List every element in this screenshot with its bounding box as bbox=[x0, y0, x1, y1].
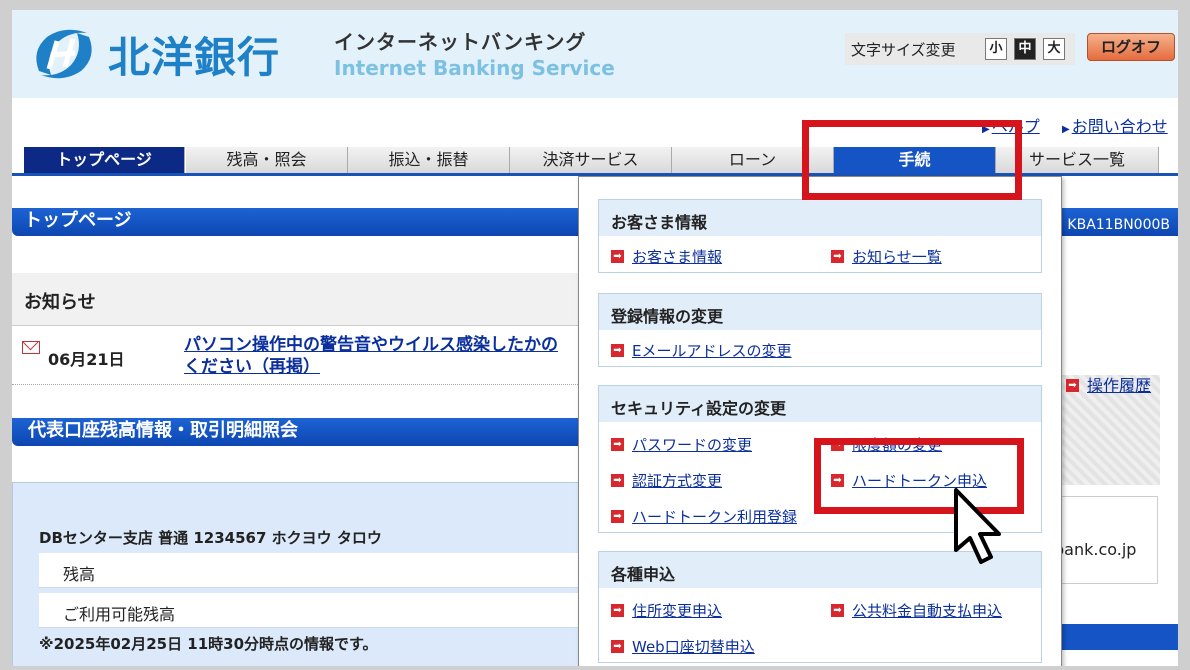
right-blue-bar bbox=[1052, 624, 1178, 650]
balance-label: 残高 bbox=[63, 565, 96, 584]
arrow-right-icon: ➡ bbox=[611, 474, 624, 487]
menu-item-auth-method-change[interactable]: ➡ 認証方式変更 bbox=[611, 470, 722, 491]
menu-item-utility-auto-pay[interactable]: ➡ 公共料金自動支払申込 bbox=[831, 600, 1002, 621]
account-section-title-bar: 代表口座残高情報・取引明細照会 bbox=[12, 418, 578, 446]
available-balance-label: ご利用可能残高 bbox=[63, 605, 176, 624]
font-size-medium-button[interactable]: 中 bbox=[1014, 38, 1036, 60]
tab-balance-inquiry[interactable]: 残高・照会 bbox=[186, 147, 348, 173]
menu-item-customer-info[interactable]: ➡ お客さま情報 bbox=[611, 246, 722, 267]
page-title: トップページ bbox=[24, 210, 132, 231]
mail-icon bbox=[22, 341, 40, 354]
arrow-right-icon: ➡ bbox=[611, 438, 624, 451]
contact-link-label: お問い合わせ bbox=[1071, 117, 1168, 136]
header: 北洋銀行 インターネットバンキング Internet Banking Servi… bbox=[12, 10, 1178, 98]
arrow-right-icon: ➡ bbox=[611, 640, 624, 653]
notice-date: 06月21日 bbox=[48, 350, 125, 369]
font-size-label: 文字サイズ変更 bbox=[851, 41, 956, 59]
menu-item-label: お知らせ一覧 bbox=[852, 248, 942, 266]
menu-item-notice-list[interactable]: ➡ お知らせ一覧 bbox=[831, 246, 942, 267]
bank-domain-text: bank.co.jp bbox=[1054, 540, 1137, 559]
menu-group-customer-info: お客さま情報 ➡ お客さま情報 ➡ お知らせ一覧 bbox=[598, 199, 1042, 273]
font-size-switcher: 文字サイズ変更 小 中 大 bbox=[845, 33, 1075, 65]
mouse-cursor-icon bbox=[954, 488, 1001, 564]
menu-item-label: 認証方式変更 bbox=[632, 472, 723, 490]
menu-group-header: 登録情報の変更 bbox=[599, 294, 1041, 330]
arrow-right-icon: ➡ bbox=[611, 250, 624, 263]
account-info: DBセンター支店 普通 1234567 ホクヨウ タロウ bbox=[39, 529, 382, 547]
arrow-right-icon: ➡ bbox=[831, 250, 844, 263]
balance-row: 残高 bbox=[39, 553, 579, 588]
menu-group-header: セキュリティ設定の変更 bbox=[599, 386, 1041, 422]
notice-link-line2: ください（再掲） bbox=[184, 357, 320, 377]
menu-item-password-change[interactable]: ➡ パスワードの変更 bbox=[611, 434, 752, 455]
tab-payment-service[interactable]: 決済サービス bbox=[510, 147, 672, 173]
menu-group-title: 登録情報の変更 bbox=[611, 307, 724, 326]
menu-group-title: 各種申込 bbox=[611, 565, 676, 584]
available-balance-row: ご利用可能残高 bbox=[39, 593, 579, 628]
logoff-button[interactable]: ログオフ bbox=[1087, 33, 1175, 61]
arrow-right-icon: ➡ bbox=[611, 604, 624, 617]
font-size-large-button[interactable]: 大 bbox=[1043, 38, 1065, 60]
highlight-box-procedures-tab bbox=[802, 120, 1022, 200]
arrow-right-icon: ➡ bbox=[831, 604, 844, 617]
notice-link-line1: パソコン操作中の警告音やウイルス感染したかの bbox=[184, 335, 558, 355]
service-name-jp: インターネットバンキング bbox=[334, 30, 587, 54]
operation-history-label: 操作履歴 bbox=[1087, 376, 1152, 395]
menu-item-label: 住所変更申込 bbox=[632, 602, 723, 620]
notice-link[interactable]: パソコン操作中の警告音やウイルス感染したかの ください（再掲） bbox=[184, 334, 584, 378]
font-size-small-button[interactable]: 小 bbox=[985, 38, 1007, 60]
account-panel: DBセンター支店 普通 1234567 ホクヨウ タロウ 残高 ご利用可能残高 … bbox=[12, 482, 580, 666]
menu-item-label: お客さま情報 bbox=[632, 248, 723, 266]
menu-item-label: ハードトークン利用登録 bbox=[632, 508, 798, 526]
notice-section-header: お知らせ bbox=[12, 273, 578, 326]
menu-item-hard-token-register[interactable]: ➡ ハードトークン利用登録 bbox=[611, 506, 797, 527]
menu-item-address-change[interactable]: ➡ 住所変更申込 bbox=[611, 600, 722, 621]
menu-item-web-account-switch[interactable]: ➡ Web口座切替申込 bbox=[611, 636, 755, 657]
balance-timestamp-note: ※2025年02月25日 11時30分時点の情報です。 bbox=[39, 635, 378, 653]
bank-logo-icon bbox=[36, 29, 92, 79]
arrow-right-icon: ➡ bbox=[611, 510, 624, 523]
menu-group-title: お客さま情報 bbox=[611, 213, 708, 232]
arrow-right-icon: ➡ bbox=[1066, 379, 1079, 392]
bank-name: 北洋銀行 bbox=[108, 33, 281, 82]
operation-history-link[interactable]: ➡ 操作履歴 bbox=[1066, 372, 1151, 396]
menu-item-email-change[interactable]: ➡ Eメールアドレスの変更 bbox=[611, 340, 791, 361]
service-name-en: Internet Banking Service bbox=[334, 56, 615, 80]
screen-id: KBA11BN000B bbox=[1067, 217, 1170, 233]
menu-item-label: Web口座切替申込 bbox=[632, 638, 755, 656]
notice-title: お知らせ bbox=[24, 292, 96, 313]
procedures-dropdown-menu: お客さま情報 ➡ お客さま情報 ➡ お知らせ一覧 登録情報の変更 ➡ Eメールアドレス… bbox=[578, 176, 1062, 666]
menu-group-registration-change: 登録情報の変更 ➡ Eメールアドレスの変更 bbox=[598, 293, 1042, 367]
menu-item-label: パスワードの変更 bbox=[632, 436, 753, 454]
menu-group-header: お客さま情報 bbox=[599, 200, 1041, 236]
menu-group-title: セキュリティ設定の変更 bbox=[611, 399, 787, 418]
menu-item-label: Eメールアドレスの変更 bbox=[632, 342, 792, 360]
account-section-title: 代表口座残高情報・取引明細照会 bbox=[28, 420, 298, 441]
arrow-right-icon: ➡ bbox=[611, 344, 624, 357]
triangle-right-icon: ▶ bbox=[1062, 124, 1070, 135]
notice-item: 06月21日 パソコン操作中の警告音やウイルス感染したかの ください（再掲） bbox=[12, 326, 578, 385]
menu-item-label: 公共料金自動支払申込 bbox=[852, 602, 1003, 620]
tab-top-page[interactable]: トップページ bbox=[24, 147, 185, 173]
tab-transfer[interactable]: 振込・振替 bbox=[348, 147, 510, 173]
contact-link[interactable]: ▶ お問い合わせ bbox=[1062, 113, 1168, 137]
